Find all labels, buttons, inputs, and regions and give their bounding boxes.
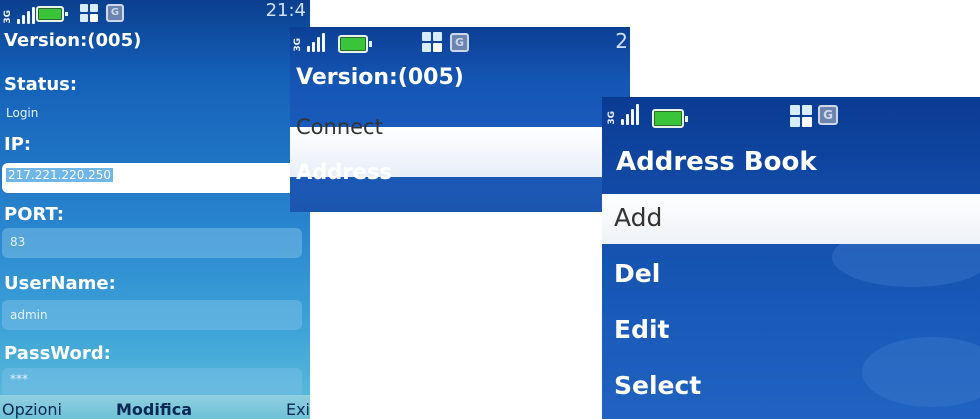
background-decoration (862, 337, 980, 407)
clock: 2 (615, 29, 628, 53)
signal-icon: 3G (3, 4, 35, 24)
page-title: Version:(005) (4, 30, 142, 51)
password-field[interactable]: *** (2, 368, 302, 398)
ip-label: IP: (4, 134, 32, 155)
page-title: Address Book (616, 147, 817, 177)
softkey-modify[interactable]: Modifica (116, 400, 192, 419)
menu-item-edit[interactable]: Edit (614, 315, 670, 344)
menu-item-address[interactable]: Address (296, 160, 392, 184)
windows-icon (790, 105, 812, 127)
password-label: PassWord: (4, 343, 111, 364)
gprs-icon: G (818, 105, 838, 125)
username-field[interactable]: admin (2, 300, 302, 330)
port-field[interactable]: 83 (2, 228, 302, 258)
password-value: *** (10, 372, 28, 386)
status-bar: 3G G (602, 97, 980, 128)
windows-icon (80, 4, 98, 22)
status-bar: 3G G 2 (290, 27, 630, 57)
login-screen: 3G G 21:4 Version:(005) Status: Login IP… (0, 0, 310, 419)
softkey-bar: Opzioni Modifica Exi (0, 395, 310, 419)
softkey-exit[interactable]: Exi (286, 400, 310, 419)
menu-item-del[interactable]: Del (614, 259, 660, 288)
softkey-options[interactable]: Opzioni (2, 400, 62, 419)
menu-item-connect[interactable]: Connect (296, 115, 383, 139)
ip-value: 217.221.220.250 (6, 168, 114, 182)
ip-field[interactable]: 217.221.220.250 (2, 163, 302, 193)
gprs-icon: G (106, 4, 124, 22)
battery-icon (652, 109, 688, 128)
status-bar: 3G G 21:4 (0, 0, 310, 30)
signal-icon: 3G (607, 101, 639, 125)
gprs-icon: G (450, 33, 469, 52)
menu-item-add[interactable]: Add (614, 203, 662, 232)
username-value: admin (10, 308, 48, 322)
battery-icon (338, 35, 372, 53)
status-value: Login (6, 106, 39, 120)
status-label: Status: (4, 74, 78, 95)
battery-icon (36, 6, 68, 22)
main-menu-screen: 3G G 2 Version:(005) Connect Address (290, 27, 630, 212)
port-label: PORT: (4, 204, 65, 225)
windows-icon (422, 32, 442, 52)
username-label: UserName: (4, 273, 116, 294)
clock: 21:4 (265, 0, 306, 21)
address-book-screen: 3G G Address Book Add Del Edit Select (602, 97, 980, 419)
menu-item-select[interactable]: Select (614, 371, 701, 400)
page-title: Version:(005) (296, 65, 464, 90)
port-value: 83 (10, 235, 26, 249)
signal-icon: 3G (293, 30, 325, 52)
